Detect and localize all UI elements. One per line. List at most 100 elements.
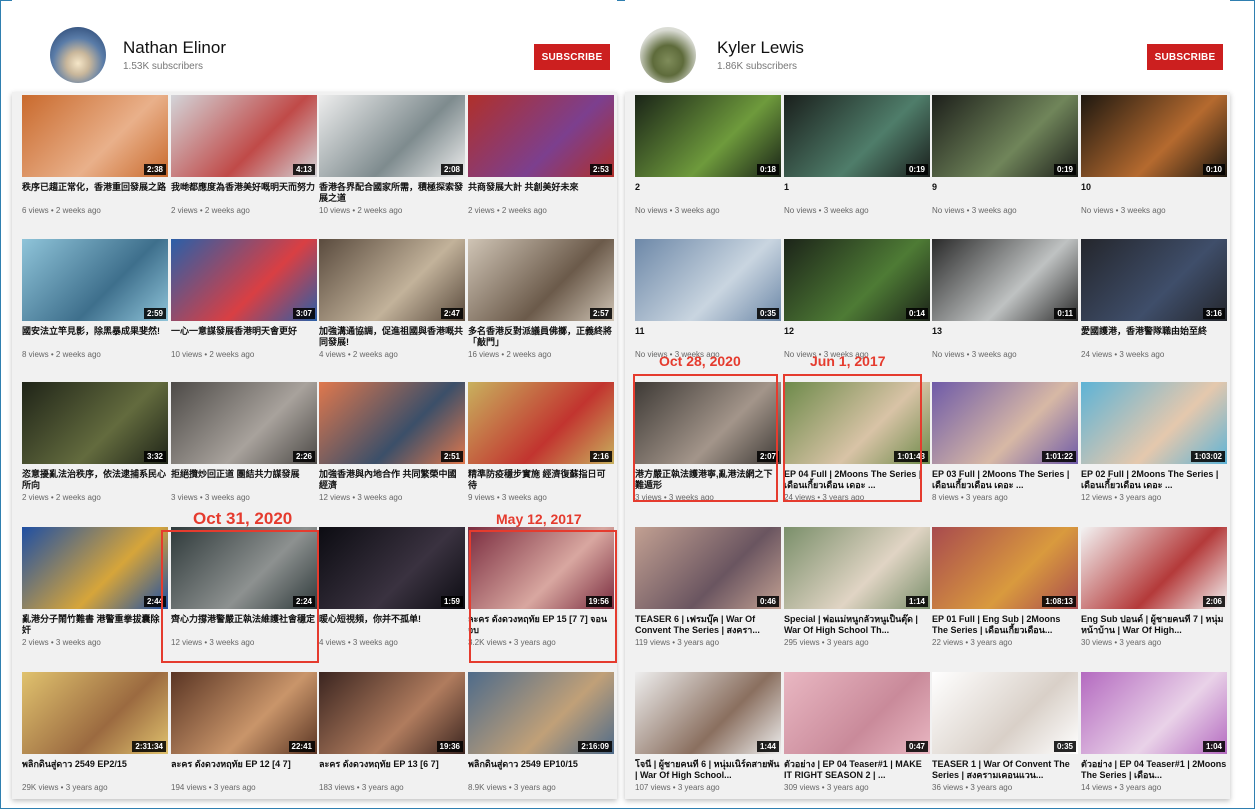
video-title[interactable]: ละคร ดั่งดวงหฤทัย EP 13 [6 7] [319, 759, 465, 781]
video-title[interactable]: 港方嚴正執法護港寧,亂港法網之下難遁形 [635, 469, 781, 491]
video-tile[interactable]: 2:44 亂港分子鬧竹難書 港警重拳拔囊除奸 2 views • 3 weeks a… [22, 527, 168, 647]
video-title[interactable]: EP 03 Full | 2Moons The Series | เดือนเก… [932, 469, 1078, 491]
video-title[interactable]: 精準防疫穩步實施 經濟復蘇指日可待 [468, 469, 614, 491]
video-thumbnail[interactable]: 0:35 [932, 672, 1078, 754]
video-tile[interactable]: 3:16 愛國護港，香港警隊職由始至終 24 views • 3 weeks ago [1081, 239, 1227, 359]
video-thumbnail[interactable]: 2:16 [468, 382, 614, 464]
video-thumbnail[interactable]: 0:46 [635, 527, 781, 609]
video-thumbnail[interactable]: 2:59 [22, 239, 168, 321]
video-thumbnail[interactable]: 0:47 [784, 672, 930, 754]
video-thumbnail[interactable]: 2:38 [22, 95, 168, 177]
video-thumbnail[interactable]: 1:03:02 [1081, 382, 1227, 464]
video-title[interactable]: 加強溝通協調，促進祖國與香港嘅共同發展! [319, 326, 465, 348]
video-tile[interactable]: 0:10 10 No views • 3 weeks ago [1081, 95, 1227, 215]
video-title[interactable]: 亂港分子鬧竹難書 港警重拳拔囊除奸 [22, 614, 168, 636]
video-thumbnail[interactable]: 2:53 [468, 95, 614, 177]
video-tile[interactable]: 1:14 Special | พ่อแม่หนูกลัวหนูเป็นตุ๊ด |… [784, 527, 930, 647]
video-tile[interactable]: 1:01:22 EP 03 Full | 2Moons The Series | … [932, 382, 1078, 502]
video-tile[interactable]: 0:19 9 No views • 3 weeks ago [932, 95, 1078, 215]
video-tile[interactable]: 2:26 拒絕攬炒回正道 團結共力謀發展 3 views • 3 weeks ago [171, 382, 317, 502]
video-tile[interactable]: 0:35 TEASER 1 | War Of Convent The Series… [932, 672, 1078, 792]
video-title[interactable]: 12 [784, 326, 930, 348]
video-title[interactable]: 2 [635, 182, 781, 204]
video-tile[interactable]: 22:41 ละคร ดั่งดวงหฤทัย EP 12 [4 7] 194 vi… [171, 672, 317, 792]
video-title[interactable]: EP 01 Full | Eng Sub | 2Moons The Series… [932, 614, 1078, 636]
video-title[interactable]: 多名香港反對派議員佛擲，正義終將「敲門」 [468, 326, 614, 348]
video-tile[interactable]: 2:06 Eng Sub ปอนด์ | ผู้ชายคนที่ 7 | หนุ่… [1081, 527, 1227, 647]
video-tile[interactable]: 1:59 暖心短視頻，你并不孤单! 4 views • 3 weeks ago [319, 527, 465, 647]
video-tile[interactable]: 2:08 香港各界配合國家所需，積極探索發展之道 10 views • 2 week… [319, 95, 465, 215]
video-title[interactable]: 拒絕攬炒回正道 團結共力謀發展 [171, 469, 317, 491]
video-tile[interactable]: 0:35 11 No views • 3 weeks ago [635, 239, 781, 359]
video-tile[interactable]: 2:47 加強溝通協調，促進祖國與香港嘅共同發展! 4 views • 2 week… [319, 239, 465, 359]
video-tile[interactable]: 1:04 ตัวอย่าง | EP 04 Teaser#1 | 2Moons T… [1081, 672, 1227, 792]
video-title[interactable]: ตัวอย่าง | EP 04 Teaser#1 | 2Moons The S… [1081, 759, 1227, 781]
video-tile[interactable]: 1:01:43 EP 04 Full | 2Moons The Series | … [784, 382, 930, 502]
video-thumbnail[interactable]: 2:57 [468, 239, 614, 321]
video-thumbnail[interactable]: 2:44 [22, 527, 168, 609]
video-tile[interactable]: 19:56 ละคร ดั่งดวงหฤทัย EP 15 [7 7] จอนจบ… [468, 527, 614, 647]
video-tile[interactable]: 1:08:13 EP 01 Full | Eng Sub | 2Moons The… [932, 527, 1078, 647]
video-tile[interactable]: 3:07 一心一意謀發展香港明天會更好 10 views • 2 weeks ago [171, 239, 317, 359]
video-thumbnail[interactable]: 19:56 [468, 527, 614, 609]
video-title[interactable]: พลิกดินสู่ดาว 2549 EP10/15 [468, 759, 614, 781]
video-title[interactable]: 恣意擾亂法治秩序，依法逮捕系民心所向 [22, 469, 168, 491]
video-title[interactable]: 我哋都應度為香港美好嘅明天而努力 [171, 182, 317, 204]
video-thumbnail[interactable]: 0:18 [635, 95, 781, 177]
video-title[interactable]: Eng Sub ปอนด์ | ผู้ชายคนที่ 7 | หนุ่มหน้… [1081, 614, 1227, 636]
video-tile[interactable]: 2:07 港方嚴正執法護港寧,亂港法網之下難遁形 3 views • 3 weeks… [635, 382, 781, 502]
video-title[interactable]: 齊心力撐港警嚴正執法維護社會穩定 [171, 614, 317, 636]
video-title[interactable]: 愛國護港，香港警隊職由始至終 [1081, 326, 1227, 348]
channel-avatar[interactable] [50, 27, 106, 83]
video-tile[interactable]: 0:47 ตัวอย่าง | EP 04 Teaser#1 | MAKE IT … [784, 672, 930, 792]
video-title[interactable]: EP 04 Full | 2Moons The Series | เดือนเก… [784, 469, 930, 491]
video-title[interactable]: 1 [784, 182, 930, 204]
video-tile[interactable]: 0:11 13 No views • 3 weeks ago [932, 239, 1078, 359]
video-thumbnail[interactable]: 19:36 [319, 672, 465, 754]
video-tile[interactable]: 2:51 加強香港與內地合作 共同繁榮中國經濟 12 views • 3 weeks… [319, 382, 465, 502]
video-tile[interactable]: 19:36 ละคร ดั่งดวงหฤทัย EP 13 [6 7] 183 vi… [319, 672, 465, 792]
video-thumbnail[interactable]: 0:11 [932, 239, 1078, 321]
video-title[interactable]: โจนี่ | ผู้ชายคนที่ 6 | หนุ่มเนิร์ดสายพั… [635, 759, 781, 781]
subscribe-button[interactable]: SUBSCRIBE [1147, 44, 1223, 70]
video-title[interactable]: 11 [635, 326, 781, 348]
video-title[interactable]: Special | พ่อแม่หนูกลัวหนูเป็นตุ๊ด | War… [784, 614, 930, 636]
video-thumbnail[interactable]: 2:26 [171, 382, 317, 464]
video-thumbnail[interactable]: 22:41 [171, 672, 317, 754]
video-thumbnail[interactable]: 2:07 [635, 382, 781, 464]
video-title[interactable]: ละคร ดั่งดวงหฤทัย EP 12 [4 7] [171, 759, 317, 781]
video-thumbnail[interactable]: 1:04 [1081, 672, 1227, 754]
video-thumbnail[interactable]: 2:06 [1081, 527, 1227, 609]
video-tile[interactable]: 0:19 1 No views • 3 weeks ago [784, 95, 930, 215]
video-thumbnail[interactable]: 2:47 [319, 239, 465, 321]
video-thumbnail[interactable]: 3:32 [22, 382, 168, 464]
video-tile[interactable]: 3:32 恣意擾亂法治秩序，依法逮捕系民心所向 2 views • 2 weeks … [22, 382, 168, 502]
video-tile[interactable]: 2:16 精準防疫穩步實施 經濟復蘇指日可待 9 views • 3 weeks a… [468, 382, 614, 502]
channel-name[interactable]: Nathan Elinor [123, 38, 226, 58]
video-thumbnail[interactable]: 3:07 [171, 239, 317, 321]
video-title[interactable]: 香港各界配合國家所需，積極探索發展之道 [319, 182, 465, 204]
video-thumbnail[interactable]: 1:08:13 [932, 527, 1078, 609]
video-title[interactable]: EP 02 Full | 2Moons The Series | เดือนเก… [1081, 469, 1227, 491]
video-thumbnail[interactable]: 1:59 [319, 527, 465, 609]
video-tile[interactable]: 2:31:34 พลิกดินสู่ดาว 2549 EP2/15 29K view… [22, 672, 168, 792]
video-tile[interactable]: 4:13 我哋都應度為香港美好嘅明天而努力 2 views • 2 weeks ag… [171, 95, 317, 215]
video-thumbnail[interactable]: 1:14 [784, 527, 930, 609]
video-title[interactable]: 10 [1081, 182, 1227, 204]
video-tile[interactable]: 0:14 12 No views • 3 weeks ago [784, 239, 930, 359]
video-thumbnail[interactable]: 0:10 [1081, 95, 1227, 177]
video-title[interactable]: 9 [932, 182, 1078, 204]
video-thumbnail[interactable]: 1:01:22 [932, 382, 1078, 464]
video-title[interactable]: 共商發展大計 共創美好未來 [468, 182, 614, 204]
video-thumbnail[interactable]: 0:14 [784, 239, 930, 321]
video-title[interactable]: TEASER 6 | เฟรมบุ๊ค | War Of Convent The… [635, 614, 781, 636]
video-tile[interactable]: 2:16:09 พลิกดินสู่ดาว 2549 EP10/15 8.9K vi… [468, 672, 614, 792]
video-tile[interactable]: 2:24 齊心力撐港警嚴正執法維護社會穩定 12 views • 3 weeks a… [171, 527, 317, 647]
video-title[interactable]: 暖心短視頻，你并不孤单! [319, 614, 465, 636]
video-tile[interactable]: 1:03:02 EP 02 Full | 2Moons The Series | … [1081, 382, 1227, 502]
video-thumbnail[interactable]: 4:13 [171, 95, 317, 177]
video-thumbnail[interactable]: 0:35 [635, 239, 781, 321]
video-tile[interactable]: 2:53 共商發展大計 共創美好未來 2 views • 2 weeks ago [468, 95, 614, 215]
video-tile[interactable]: 2:57 多名香港反對派議員佛擲，正義終將「敲門」 16 views • 2 wee… [468, 239, 614, 359]
video-thumbnail[interactable]: 2:08 [319, 95, 465, 177]
